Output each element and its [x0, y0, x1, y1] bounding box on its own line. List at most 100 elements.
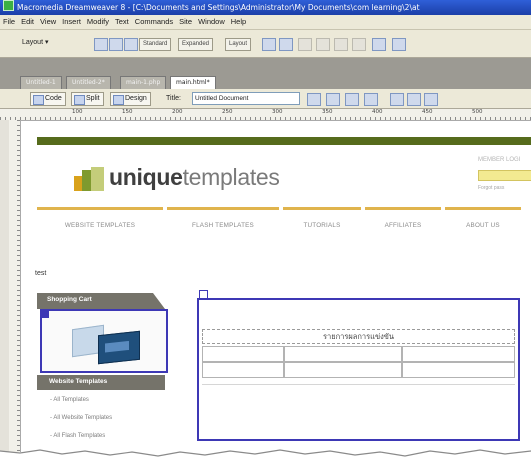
table-cell[interactable] [402, 362, 515, 378]
split-label: Split [86, 95, 100, 102]
table-cell[interactable] [284, 362, 402, 378]
menu-insert[interactable]: Insert [59, 17, 84, 26]
table-icon[interactable] [94, 38, 108, 51]
design-view-button[interactable]: Design [110, 92, 151, 106]
menu-modify[interactable]: Modify [84, 17, 112, 26]
refresh-icon[interactable] [390, 93, 404, 106]
shopping-cart-header: Shopping Cart [37, 293, 165, 309]
table-cell[interactable] [202, 346, 284, 362]
insert-row-icon[interactable] [298, 38, 312, 51]
shopping-cart-image[interactable] [40, 309, 168, 373]
code-label: Code [45, 95, 62, 102]
tab-untitled-2[interactable]: Untitled-2* [66, 76, 111, 90]
logo-icon [74, 167, 104, 191]
table-cell[interactable] [284, 346, 402, 362]
nav-website-templates[interactable]: WEBSITE TEMPLATES [37, 207, 163, 238]
ruler-tick: 100 [72, 109, 83, 115]
horizontal-ruler: 100 150 200 250 300 350 400 450 500 [0, 109, 531, 121]
table-cell[interactable] [202, 362, 284, 378]
table-divider [202, 384, 515, 385]
table-row [202, 346, 515, 362]
sidebar-link-label: All Templates [53, 397, 89, 403]
layout-dropdown-label: Layout [22, 39, 44, 46]
nav-affiliates[interactable]: AFFILIATES [365, 207, 441, 238]
grid-icon[interactable] [392, 38, 406, 51]
insert-toolbar: Layout ▾ Standard Expanded Layout [0, 30, 531, 58]
tab-untitled-1[interactable]: Untitled-1 [20, 76, 62, 90]
ruler-tick: 150 [122, 109, 133, 115]
iframe-icon[interactable] [352, 38, 366, 51]
menu-window[interactable]: Window [195, 17, 228, 26]
table-header-cell[interactable]: รายการผลการแข่งขัน [202, 329, 515, 344]
table-cell[interactable] [402, 346, 515, 362]
expanded-mode-button[interactable]: Expanded [178, 38, 214, 51]
validate-icon[interactable] [345, 93, 359, 106]
results-table[interactable]: รายการผลการแข่งขัน [197, 298, 520, 441]
menu-file[interactable]: File [0, 17, 18, 26]
site-logo[interactable]: uniquetemplates [109, 164, 280, 191]
design-canvas[interactable]: uniquetemplates MEMBER LOGI Forgot pass … [21, 121, 531, 452]
forgot-password-link[interactable]: Forgot pass [478, 185, 504, 191]
menu-site[interactable]: Site [176, 17, 195, 26]
test-text: test [35, 270, 47, 277]
ruler-tick: 500 [472, 109, 483, 115]
layout-cell-icon[interactable] [279, 38, 293, 51]
sidebar-link-all-flash-templates[interactable]: - All Flash Templates [50, 433, 105, 439]
layout-table-icon[interactable] [262, 38, 276, 51]
dreamweaver-app-icon [3, 0, 14, 11]
document-toolbar: Code Split Design Title: Untitled Docume… [0, 89, 531, 109]
ruler-tick: 200 [172, 109, 183, 115]
view-options-icon[interactable] [407, 93, 421, 106]
nav-tutorials[interactable]: TUTORIALS [283, 207, 361, 238]
sidebar-link-all-templates[interactable]: - All Templates [50, 397, 89, 403]
anchor-icon [42, 311, 49, 318]
preview-browser-icon[interactable] [326, 93, 340, 106]
split-icon [74, 95, 85, 105]
workspace-gray-strip [0, 58, 531, 73]
ruler-tick: 350 [322, 109, 333, 115]
title-label: Title: [166, 95, 181, 102]
ruler-tick: 450 [422, 109, 433, 115]
code-view-button[interactable]: Code [30, 92, 66, 106]
frames-icon[interactable] [334, 38, 348, 51]
layout-dropdown[interactable]: Layout ▾ [22, 37, 49, 49]
nav-label: ABOUT US [466, 222, 500, 229]
ruler-tick: 400 [372, 109, 383, 115]
file-management-icon[interactable] [307, 93, 321, 106]
frame-icon[interactable] [124, 38, 138, 51]
menu-commands[interactable]: Commands [132, 17, 176, 26]
panel-edge [0, 120, 9, 452]
browser-check-icon[interactable] [364, 93, 378, 106]
sidebar-link-all-website-templates[interactable]: - All Website Templates [50, 415, 112, 421]
insert-column-icon[interactable] [316, 38, 330, 51]
menu-text[interactable]: Text [112, 17, 132, 26]
vertical-ruler [9, 120, 21, 452]
menu-view[interactable]: View [37, 17, 59, 26]
header-corner [153, 293, 165, 309]
document-title-input[interactable]: Untitled Document [192, 92, 300, 105]
logo-light-text: templates [182, 164, 280, 190]
layout-mode-button[interactable]: Layout [225, 38, 252, 51]
standard-mode-button[interactable]: Standard [139, 38, 172, 51]
tab-main-html[interactable]: main.html* [170, 76, 216, 90]
nav-label: TUTORIALS [303, 222, 341, 229]
menu-edit[interactable]: Edit [18, 17, 37, 26]
torn-edge [0, 449, 531, 466]
nav-flash-templates[interactable]: FLASH TEMPLATES [167, 207, 279, 238]
member-login-field[interactable] [478, 170, 531, 181]
ruler-tick: 250 [222, 109, 233, 115]
nav-about-us[interactable]: ABOUT US [445, 207, 521, 238]
menu-help[interactable]: Help [228, 17, 249, 26]
split-view-button[interactable]: Split [71, 92, 104, 106]
header-green-bar [37, 137, 531, 145]
sidebar: Shopping Cart Website Templates - All Te… [37, 293, 168, 452]
visual-aids-icon[interactable] [424, 93, 438, 106]
product-box-dark [98, 330, 140, 365]
code-icon [33, 95, 44, 105]
website-templates-title: Website Templates [49, 378, 108, 385]
tabular-data-icon[interactable] [372, 38, 386, 51]
tab-main-1[interactable]: main-1.php [120, 76, 167, 90]
menu-bar: File Edit View Insert Modify Text Commands Site… [0, 15, 531, 30]
nav-label: AFFILIATES [384, 222, 422, 229]
layer-icon[interactable] [109, 38, 123, 51]
